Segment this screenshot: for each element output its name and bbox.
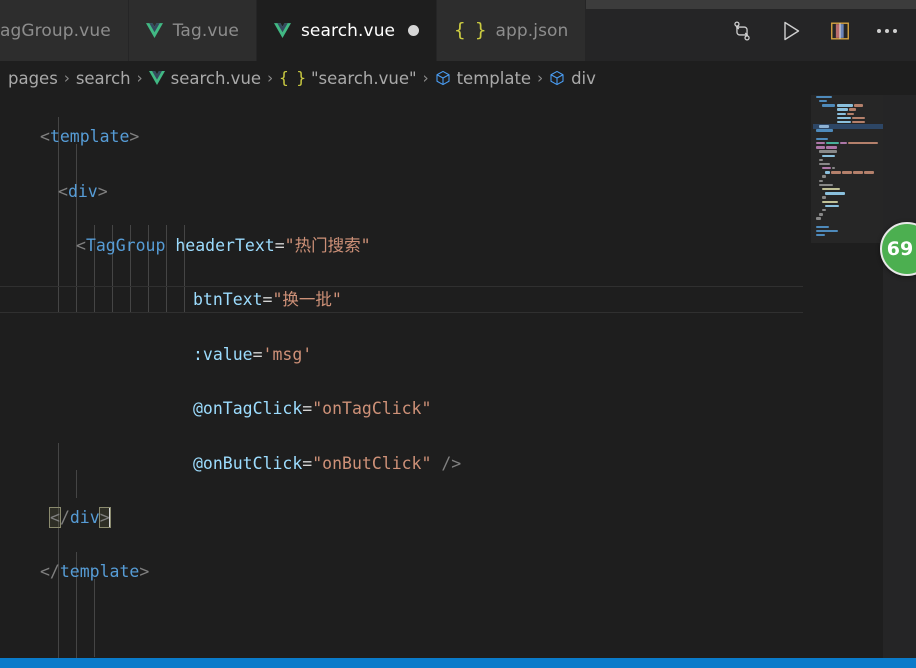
breadcrumb-label: search: [75, 68, 131, 88]
unsaved-changes-dot[interactable]: [408, 25, 420, 36]
breadcrumb-separator-icon: ›: [267, 69, 274, 87]
tab-search-vue[interactable]: search.vue: [256, 0, 438, 61]
vscode-window: agGroup.vue Tag.vue search.vue { } app.j…: [0, 0, 916, 668]
breadcrumb-item-search[interactable]: search: [72, 69, 135, 88]
breadcrumb-item-div[interactable]: div: [545, 69, 600, 88]
symbol-cube-icon: [436, 70, 450, 86]
tab-app-json[interactable]: { } app.json: [437, 0, 587, 61]
symbol-cube-icon: [550, 70, 564, 86]
breadcrumb-separator-icon: ›: [63, 69, 70, 87]
code-line-current: </div>: [49, 506, 111, 528]
code-line: @onTagClick="onTagClick": [193, 399, 432, 419]
breadcrumb-separator-icon: ›: [422, 69, 429, 87]
breadcrumb-separator-icon: ›: [537, 69, 544, 87]
breadcrumb: pages › search › search.vue › { } "searc…: [0, 61, 916, 95]
code-line: <div>: [58, 181, 108, 201]
breadcrumb-label: template: [456, 68, 532, 88]
code-line: </template>: [40, 562, 150, 582]
json-braces-icon: { }: [279, 68, 306, 87]
tab-tag-vue[interactable]: Tag.vue: [128, 0, 257, 61]
breadcrumb-label: pages: [8, 68, 58, 88]
code-line: btnText="换一批": [193, 290, 342, 310]
editor-scrollbar[interactable]: [883, 95, 916, 658]
code-line: @onButClick="onButClick" />: [193, 453, 462, 473]
code-line: <template>: [40, 127, 140, 147]
breadcrumb-label: search.vue: [170, 68, 262, 88]
status-bar[interactable]: [0, 658, 916, 668]
code-line: :value='msg': [193, 344, 313, 364]
editor-actions: [731, 0, 916, 61]
split-editor-icon[interactable]: [829, 20, 851, 42]
breadcrumb-item-template[interactable]: template: [431, 69, 535, 88]
text-cursor: [108, 506, 111, 527]
json-braces-icon: { }: [454, 19, 486, 41]
breadcrumb-item-search-vue[interactable]: search.vue: [145, 69, 265, 88]
tab-list: agGroup.vue Tag.vue search.vue { } app.j…: [0, 0, 587, 61]
vue-icon: [145, 23, 163, 38]
code-editor[interactable]: <template> <div> <TagGroup headerText="热…: [0, 95, 916, 658]
code-content[interactable]: <template> <div> <TagGroup headerText="热…: [0, 95, 690, 658]
run-play-icon[interactable]: [779, 19, 803, 43]
vue-icon: [273, 23, 291, 38]
vue-icon: [148, 71, 165, 85]
tab-label: Tag.vue: [172, 20, 239, 41]
tab-label: search.vue: [300, 20, 396, 41]
minimap-canvas: [813, 95, 883, 237]
breadcrumb-label: "search.vue": [310, 68, 417, 88]
tab-label: app.json: [495, 20, 569, 41]
tab-label: agGroup.vue: [0, 20, 111, 41]
badge-value: 69: [886, 238, 914, 260]
tab-tag-group-vue[interactable]: agGroup.vue: [0, 0, 129, 61]
breadcrumb-label: div: [571, 68, 596, 88]
editor-minimap[interactable]: [811, 95, 883, 658]
split-compare-icon[interactable]: [731, 20, 753, 42]
breadcrumb-item-pages[interactable]: pages: [0, 69, 62, 88]
breadcrumb-separator-icon: ›: [136, 69, 143, 87]
more-actions-icon[interactable]: [877, 28, 897, 33]
editor-tab-bar: agGroup.vue Tag.vue search.vue { } app.j…: [0, 0, 916, 61]
breadcrumb-item-file-symbol[interactable]: { } "search.vue": [275, 69, 421, 88]
code-line: <TagGroup headerText="热门搜索": [76, 235, 371, 255]
